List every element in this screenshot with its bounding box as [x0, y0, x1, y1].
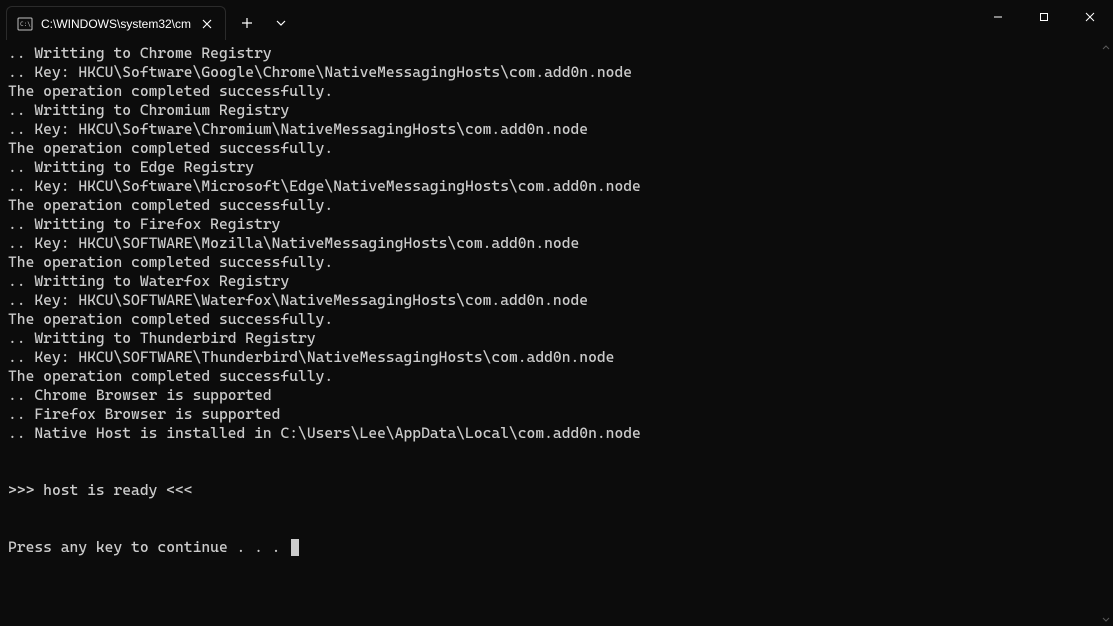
terminal-line: .. Writting to Firefox Registry — [8, 215, 280, 233]
tab-close-button[interactable] — [199, 16, 215, 32]
terminal-line: .. Writting to Waterfox Registry — [8, 272, 289, 290]
terminal-line: The operation completed successfully. — [8, 367, 333, 385]
terminal-line: .. Key: HKCU\Software\Microsoft\Edge\Nat… — [8, 177, 641, 195]
terminal-line: Press any key to continue . . . — [8, 538, 289, 556]
close-window-button[interactable] — [1067, 0, 1113, 34]
terminal-line: .. Writting to Thunderbird Registry — [8, 329, 316, 347]
terminal-line: .. Chrome Browser is supported — [8, 386, 272, 404]
terminal-line: .. Native Host is installed in C:\Users\… — [8, 424, 641, 442]
maximize-button[interactable] — [1021, 0, 1067, 34]
terminal-line: The operation completed successfully. — [8, 196, 333, 214]
tab-strip: C:\ C:\WINDOWS\system32\cm — [0, 0, 975, 40]
terminal-window: C:\ C:\WINDOWS\system32\cm — [0, 0, 1113, 626]
cursor — [291, 539, 299, 556]
terminal-line: .. Writting to Chrome Registry — [8, 44, 272, 62]
terminal-output: .. Writting to Chrome Registry .. Key: H… — [0, 40, 1113, 565]
tab-cmd[interactable]: C:\ C:\WINDOWS\system32\cm — [6, 6, 226, 40]
window-controls — [975, 0, 1113, 34]
scroll-up-arrow-icon[interactable] — [1099, 40, 1113, 54]
terminal-line: .. Writting to Chromium Registry — [8, 101, 289, 119]
terminal-line: The operation completed successfully. — [8, 82, 333, 100]
tab-title: C:\WINDOWS\system32\cm — [41, 17, 191, 31]
terminal-line: The operation completed successfully. — [8, 139, 333, 157]
terminal-line: .. Key: HKCU\SOFTWARE\Thunderbird\Native… — [8, 348, 614, 366]
svg-text:C:\: C:\ — [20, 21, 31, 28]
new-tab-button[interactable] — [230, 6, 264, 40]
minimize-button[interactable] — [975, 0, 1021, 34]
terminal-line: .. Key: HKCU\Software\Chromium\NativeMes… — [8, 120, 588, 138]
terminal-line: .. Writting to Edge Registry — [8, 158, 254, 176]
cmd-icon: C:\ — [17, 16, 33, 32]
terminal-line: .. Firefox Browser is supported — [8, 405, 280, 423]
terminal-line: The operation completed successfully. — [8, 253, 333, 271]
vertical-scrollbar[interactable] — [1099, 40, 1113, 626]
terminal-line: .. Key: HKCU\SOFTWARE\Mozilla\NativeMess… — [8, 234, 579, 252]
scroll-down-arrow-icon[interactable] — [1099, 612, 1113, 626]
terminal-line: >>> host is ready <<< — [8, 481, 193, 499]
terminal-line: .. Key: HKCU\SOFTWARE\Waterfox\NativeMes… — [8, 291, 588, 309]
terminal-area[interactable]: .. Writting to Chrome Registry .. Key: H… — [0, 40, 1113, 626]
titlebar: C:\ C:\WINDOWS\system32\cm — [0, 0, 1113, 40]
terminal-line: .. Key: HKCU\Software\Google\Chrome\Nati… — [8, 63, 632, 81]
tab-dropdown-button[interactable] — [264, 6, 298, 40]
terminal-line: The operation completed successfully. — [8, 310, 333, 328]
